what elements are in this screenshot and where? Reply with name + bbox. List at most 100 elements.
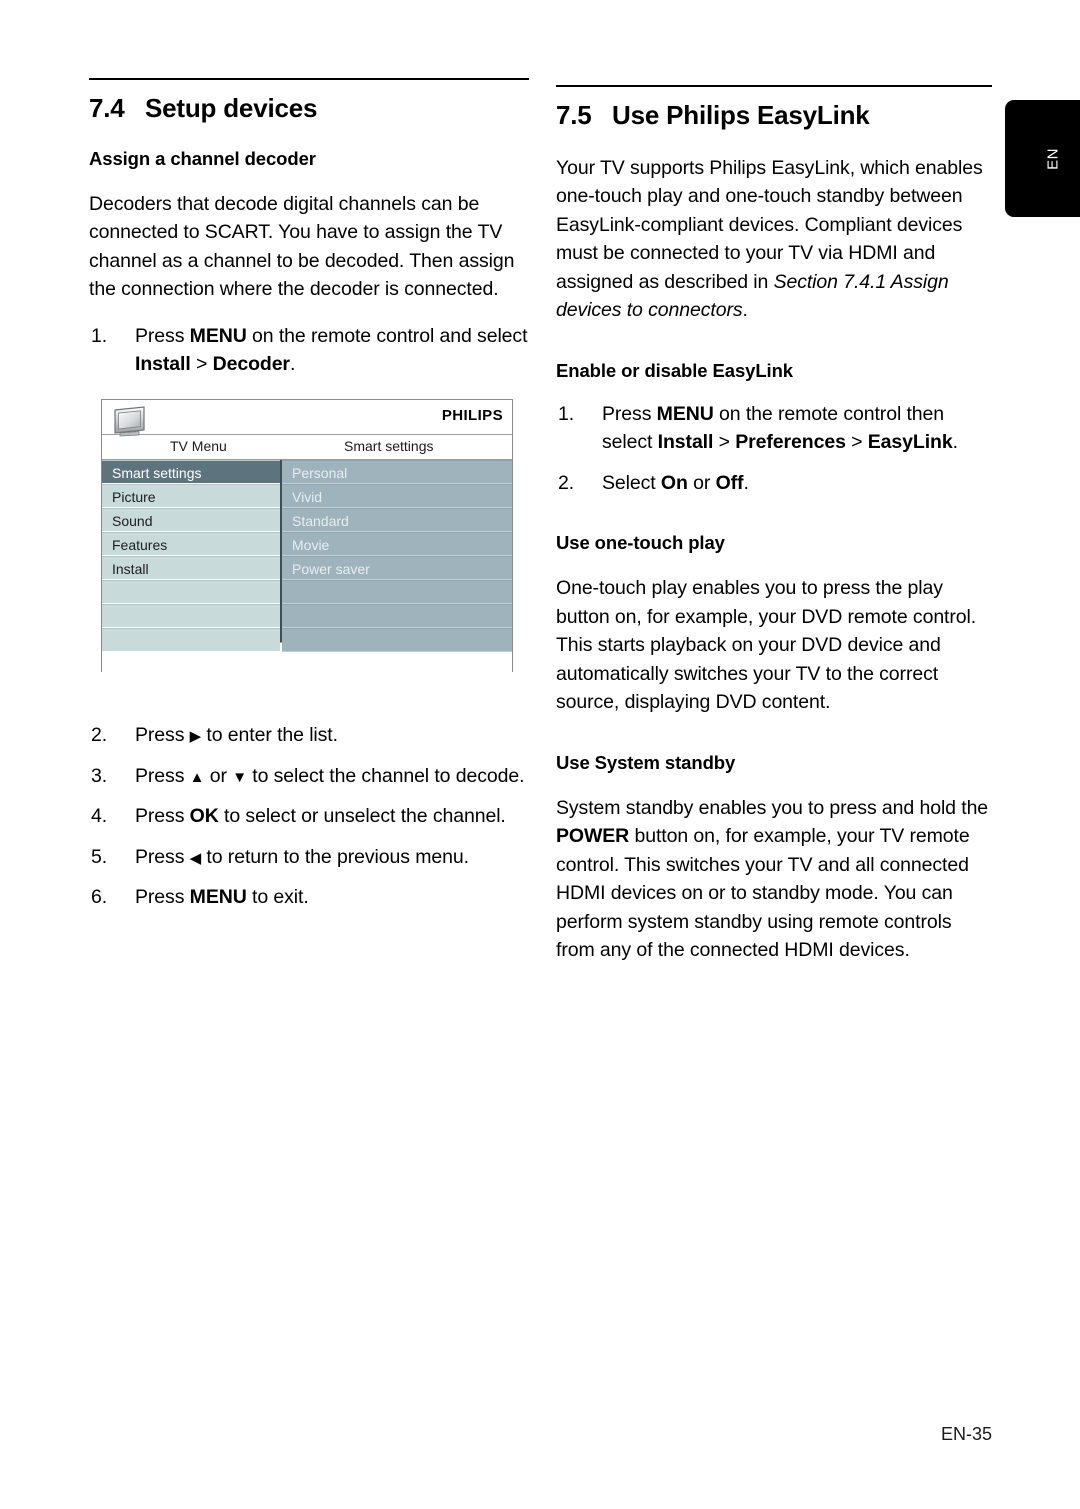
tv-option-empty: [282, 604, 512, 628]
step-text-part: Press: [135, 805, 190, 827]
step-text-part: .: [289, 353, 296, 376]
step-text-part: .: [743, 471, 749, 494]
tv-menu-title: TV Menu: [170, 438, 227, 454]
right-column: 7.5 Use Philips EasyLink Your TV supports…: [556, 78, 992, 965]
step-bold-off: Off: [715, 471, 744, 494]
step-item-4: 4. Press OK to select or unselect the cha…: [89, 802, 529, 831]
step-text-part: or: [687, 471, 716, 494]
section-rule-left: [89, 78, 529, 80]
step-item-3: 3. Press ▲ or ▼ to select the channel to …: [89, 762, 529, 791]
step-spacer: [89, 790, 529, 802]
section-rule-right: [556, 85, 992, 87]
tv-option-standard[interactable]: Standard: [282, 508, 512, 532]
step-item-2: 2. Select On or Off.: [556, 469, 992, 498]
decoder-steps-part2: 2. Press ▶ to enter the list. 3. Press ▲ o…: [89, 721, 529, 912]
step-spacer: [556, 457, 992, 469]
tv-menu-right-list: Personal Vivid Standard Movie Power save…: [282, 460, 512, 652]
step-text-part: Press: [135, 845, 190, 868]
step-text-part: to select the channel to decode.: [246, 764, 525, 787]
section-heading-7-5: 7.5 Use Philips EasyLink: [556, 101, 992, 130]
tv-menu-item-picture[interactable]: Picture: [102, 484, 280, 508]
philips-logo-text: PHILIPS: [441, 407, 503, 424]
tv-menu-item-empty: [102, 580, 280, 604]
tv-option-personal[interactable]: Personal: [282, 460, 512, 484]
step-bold-menu: MENU: [656, 402, 714, 425]
arrow-down-icon: ▼: [232, 768, 247, 786]
step-bold-preferences: Preferences: [735, 431, 846, 454]
step-text-part: Press: [135, 764, 190, 787]
step-marker: 1.: [91, 324, 108, 347]
step-text-part: >: [713, 431, 736, 454]
tv-submenu-title: Smart settings: [344, 438, 434, 454]
step-bold-menu: MENU: [189, 324, 247, 347]
tv-option-empty: [282, 628, 512, 652]
step-marker: 3.: [91, 764, 108, 787]
tv-menu-screenshot: PHILIPS TV Menu Smart settings Smart set…: [101, 399, 513, 673]
left-column: 7.4 Setup devices Assign a channel decode…: [89, 78, 529, 379]
subheading-use-system-standby: Use System standby: [556, 751, 736, 773]
step-bold-on: On: [660, 471, 688, 494]
section-title-text: Setup devices: [145, 93, 318, 123]
tv-option-vivid[interactable]: Vivid: [282, 484, 512, 508]
step-marker: 4.: [91, 805, 108, 827]
subheading-enable-disable-easylink: Enable or disable EasyLink: [556, 359, 793, 381]
step-text-part: Press: [135, 324, 190, 347]
tv-menu-panels: Smart settings Picture Sound Features In…: [102, 460, 512, 652]
step-text-part: Press: [135, 724, 190, 746]
step-text-part: to exit.: [246, 886, 309, 908]
tv-menu-item-smart-settings[interactable]: Smart settings: [102, 460, 280, 484]
step-item-5: 5. Press ◀ to return to the previous menu…: [89, 843, 529, 872]
tv-brand-bar: PHILIPS: [102, 400, 512, 437]
one-touch-play-paragraph: One-touch play enables you to press the …: [556, 577, 977, 714]
tv-menu-item-sound[interactable]: Sound: [102, 508, 280, 532]
tv-menu-item-features[interactable]: Features: [102, 532, 280, 556]
step-bold-menu: MENU: [189, 886, 247, 908]
step-bold-easylink: EasyLink: [867, 431, 953, 454]
step-text-part: to select or unselect the channel.: [218, 805, 506, 827]
language-tab: EN: [1005, 100, 1080, 217]
arrow-right-icon: ▶: [189, 728, 202, 745]
step-spacer: [89, 750, 529, 762]
step-text-part: >: [190, 353, 213, 376]
step-text-part: or: [204, 764, 233, 787]
tv-menu-item-install[interactable]: Install: [102, 556, 280, 580]
decoder-steps-part1: 1. Press MENU on the remote control and s…: [89, 322, 529, 379]
step-marker: 1.: [558, 402, 575, 425]
step-text-part: to enter the list.: [201, 724, 338, 746]
tv-option-power-saver[interactable]: Power saver: [282, 556, 512, 580]
tv-option-movie[interactable]: Movie: [282, 532, 512, 556]
step-bold-decoder: Decoder: [212, 353, 290, 376]
step-text-part: on the remote control and select: [246, 324, 528, 347]
section-heading-7-4: 7.4 Setup devices: [89, 94, 529, 123]
step-item-1: 1. Press MENU on the remote control and s…: [89, 322, 529, 379]
television-icon: [114, 406, 145, 437]
step-bold-install: Install: [135, 353, 191, 376]
section-number: 7.4: [89, 93, 125, 123]
step-text-part: Press: [135, 886, 190, 908]
arrow-up-icon: ▲: [189, 768, 205, 786]
arrow-left-icon: ◀: [189, 849, 202, 867]
step-spacer: [89, 831, 529, 843]
paragraph-part: System standby enables you to press and …: [556, 796, 989, 819]
step-text-part: Press: [602, 402, 657, 425]
step-item-2: 2. Press ▶ to enter the list.: [89, 721, 529, 750]
easylink-enable-steps: 1. Press MENU on the remote control then …: [556, 400, 992, 498]
step-item-1: 1. Press MENU on the remote control then …: [556, 400, 992, 457]
tv-menu-item-empty: [102, 628, 280, 652]
system-standby-paragraph: System standby enables you to press and …: [556, 794, 992, 965]
easylink-intro-paragraph: Your TV supports Philips EasyLink, which…: [556, 154, 992, 325]
paragraph-bold-power: POWER: [556, 825, 630, 848]
step-marker: 2.: [558, 471, 575, 494]
step-text-part: .: [952, 431, 958, 454]
step-marker: 6.: [91, 886, 108, 908]
section-title-text: Use Philips EasyLink: [612, 100, 870, 130]
tv-menu-left-list: Smart settings Picture Sound Features In…: [102, 460, 282, 652]
step-text-part: >: [845, 431, 868, 454]
tv-option-empty: [282, 580, 512, 604]
step-item-6: 6. Press MENU to exit.: [89, 883, 529, 912]
step-bold-ok: OK: [189, 805, 219, 827]
section-number: 7.5: [556, 100, 592, 130]
step-text-part: to return to the previous menu.: [201, 845, 469, 868]
tv-menu-item-empty: [102, 604, 280, 628]
subheading-assign-channel-decoder: Assign a channel decoder: [89, 147, 316, 169]
